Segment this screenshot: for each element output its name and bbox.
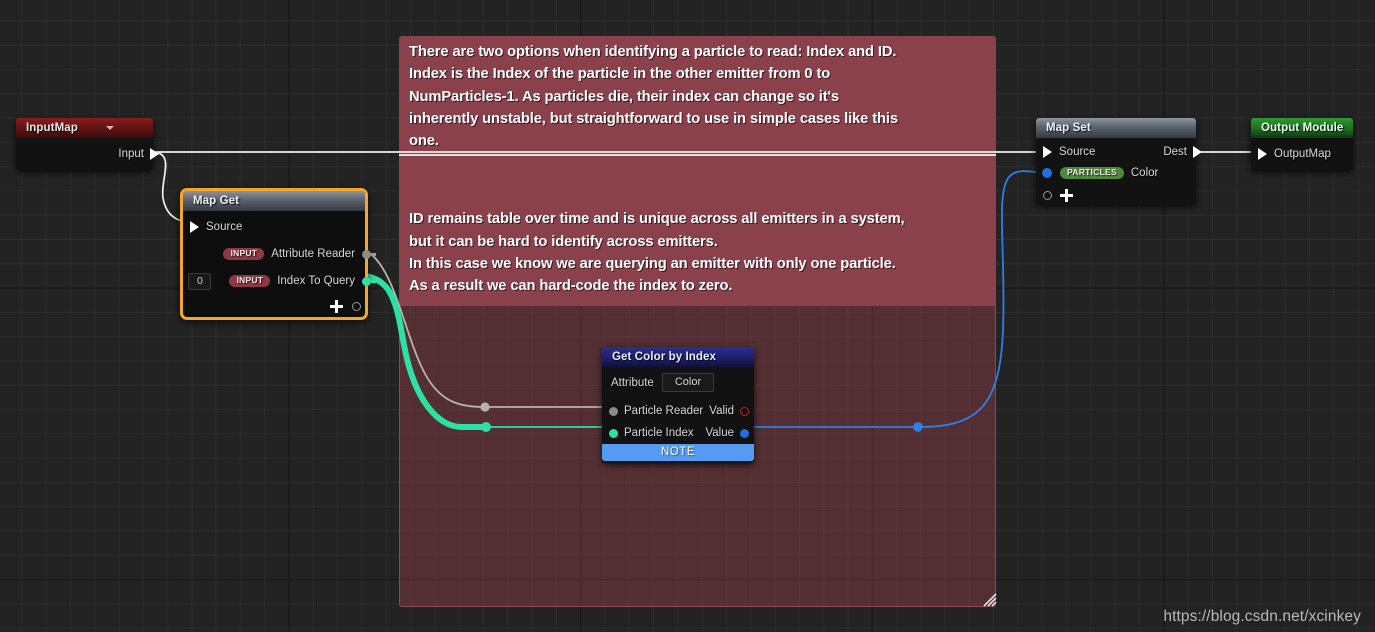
pin-row-add-parameter[interactable] xyxy=(330,295,361,317)
pin-label-source: Source xyxy=(1059,146,1096,158)
node-map-set-body: Source Dest PARTICLES Color xyxy=(1036,138,1202,206)
node-get-color-titlebar[interactable]: Get Color by Index xyxy=(602,347,754,367)
pin-label-color: Color xyxy=(1130,167,1159,179)
exec-triangle-pin-icon[interactable] xyxy=(1043,146,1052,158)
exec-triangle-pin-icon[interactable] xyxy=(1258,148,1267,160)
watermark-text: https://blog.csdn.net/xcinkey xyxy=(1163,608,1361,625)
pin-label-index-to-query: Index To Query xyxy=(277,275,355,287)
pin-row-add-parameter[interactable] xyxy=(1043,184,1073,206)
pin-label-particle-reader: Particle Reader xyxy=(624,405,704,417)
input-badge: INPUT xyxy=(229,274,271,288)
pin-label-particle-index: Particle Index xyxy=(624,427,694,439)
pin-row-particle-index[interactable]: Particle Index Value xyxy=(602,422,754,444)
chevron-down-icon[interactable] xyxy=(105,126,114,130)
exec-triangle-pin-icon[interactable] xyxy=(1193,146,1202,158)
pin-nub xyxy=(371,252,376,256)
pin-label-source: Source xyxy=(206,221,243,233)
node-map-get[interactable]: Map Get Source INPUT Attribute Reader 0 … xyxy=(180,188,376,320)
pin-row-index-to-query[interactable]: 0 INPUT Index To Query xyxy=(188,270,376,292)
node-get-color-body: Attribute Color Particle Reader Valid Pa… xyxy=(602,367,754,463)
pin-nub xyxy=(371,279,376,283)
node-output-module-titlebar[interactable]: Output Module xyxy=(1251,118,1353,138)
pin-row-dest[interactable]: Dest xyxy=(1163,141,1202,163)
pin-row-source[interactable]: Source xyxy=(1043,141,1095,163)
plus-icon[interactable] xyxy=(1060,188,1073,202)
particles-badge: PARTICLES xyxy=(1060,166,1124,180)
node-get-color-by-index[interactable]: Get Color by Index Attribute Color Parti… xyxy=(602,347,754,463)
node-input-map-body: Input xyxy=(16,138,159,170)
pin-row-input[interactable]: Input xyxy=(118,143,159,165)
pin-label-attribute-reader: Attribute Reader xyxy=(271,248,355,260)
node-map-get-title: Map Get xyxy=(193,195,240,207)
plus-icon[interactable] xyxy=(330,299,343,313)
index-to-query-value-field[interactable]: 0 xyxy=(188,272,212,290)
node-output-module[interactable]: Output Module OutputMap xyxy=(1251,118,1353,170)
valid-pin-icon[interactable] xyxy=(740,406,749,416)
note-footer-bar[interactable]: NOTE xyxy=(602,444,754,461)
node-input-map-title: InputMap xyxy=(26,122,78,134)
comment-divider xyxy=(399,154,996,156)
pin-row-color[interactable]: PARTICLES Color xyxy=(1042,162,1158,184)
exec-triangle-pin-icon[interactable] xyxy=(150,148,159,160)
color-pin-icon[interactable] xyxy=(1042,168,1052,178)
node-map-set[interactable]: Map Set Source Dest PARTICLES Color xyxy=(1036,118,1202,206)
attribute-row[interactable]: Attribute Color xyxy=(602,367,754,398)
pin-row-particle-reader[interactable]: Particle Reader Valid xyxy=(602,400,754,422)
node-input-map-titlebar[interactable]: InputMap xyxy=(16,118,153,138)
node-map-get-body: Source INPUT Attribute Reader 0 INPUT In… xyxy=(183,211,376,317)
attribute-label: Attribute xyxy=(611,376,654,389)
exec-triangle-pin-icon[interactable] xyxy=(190,221,199,233)
node-input-map[interactable]: InputMap Input xyxy=(16,118,159,170)
node-map-set-title: Map Set xyxy=(1046,122,1091,134)
attribute-reader-pin-icon[interactable] xyxy=(362,249,371,259)
node-output-module-body: OutputMap xyxy=(1251,138,1353,170)
node-map-get-titlebar[interactable]: Map Get xyxy=(183,191,365,211)
pin-label-value: Value xyxy=(705,427,734,439)
comment-paragraph-1: There are two options when identifying a… xyxy=(409,44,898,150)
value-pin-icon[interactable] xyxy=(740,428,749,438)
node-get-color-title: Get Color by Index xyxy=(612,351,717,363)
index-to-query-pin-icon[interactable] xyxy=(362,276,371,286)
pin-row-attribute-reader[interactable]: INPUT Attribute Reader xyxy=(223,243,376,265)
pin-label-outputmap: OutputMap xyxy=(1274,148,1331,160)
pin-label-dest: Dest xyxy=(1163,146,1187,158)
comment-text-region[interactable]: There are two options when identifying a… xyxy=(399,36,996,306)
hollow-circle-pin-icon[interactable] xyxy=(352,301,361,311)
particle-index-pin-icon[interactable] xyxy=(609,428,618,438)
particle-reader-pin-icon[interactable] xyxy=(609,406,618,416)
node-map-set-titlebar[interactable]: Map Set xyxy=(1036,118,1196,138)
pin-row-outputmap[interactable]: OutputMap xyxy=(1258,143,1331,165)
input-badge: INPUT xyxy=(223,247,265,261)
hollow-circle-pin-icon[interactable] xyxy=(1043,190,1052,200)
attribute-value-field[interactable]: Color xyxy=(661,373,715,392)
node-output-module-title: Output Module xyxy=(1261,122,1344,134)
pin-row-source[interactable]: Source xyxy=(190,216,242,238)
pin-label-input: Input xyxy=(118,148,144,160)
pin-label-valid: Valid xyxy=(709,405,734,417)
graph-canvas[interactable]: There are two options when identifying a… xyxy=(0,0,1375,632)
resize-grip-icon[interactable] xyxy=(983,593,997,607)
comment-paragraph-2: ID remains table over time and is unique… xyxy=(409,211,905,295)
